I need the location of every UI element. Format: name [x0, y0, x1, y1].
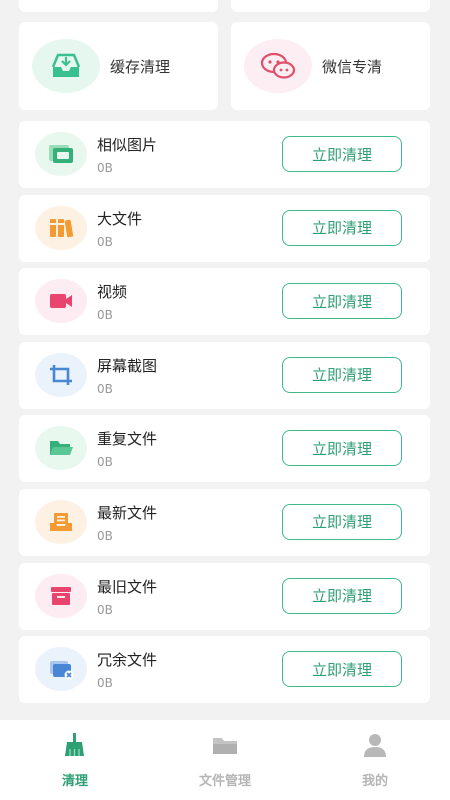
item-title: 最旧文件 [97, 577, 158, 596]
item-title: 屏幕截图 [97, 356, 158, 375]
video-camera-icon [35, 279, 87, 324]
item-size: 0B [97, 528, 113, 543]
item-size: 0B [97, 455, 113, 470]
partial-card-left [19, 0, 218, 12]
item-title: 大文件 [97, 209, 143, 228]
tab-label: 清理 [61, 774, 88, 789]
item-title: 视频 [97, 283, 128, 302]
wechat-icon [244, 39, 312, 93]
clean-now-button[interactable]: 立即清理 [282, 651, 402, 688]
item-size: 0B [97, 602, 113, 617]
list-item-oldest-files[interactable]: 最旧文件 0B 立即清理 [19, 562, 430, 630]
clean-now-button[interactable]: 立即清理 [282, 503, 402, 540]
user-icon [361, 732, 389, 762]
item-size: 0B [97, 161, 113, 175]
clean-page: 缓存清理 微信专清 相似图片 0B 立即清理 大文件 0B 立即清理 视频 0B… [0, 0, 450, 800]
item-title: 重复文件 [97, 430, 158, 449]
tab-clean[interactable]: 清理 [0, 720, 150, 800]
wechat-clean-card[interactable]: 微信专清 [231, 22, 430, 110]
clean-now-button[interactable]: 立即清理 [282, 283, 402, 320]
item-title: 最新文件 [97, 503, 158, 522]
clean-now-button[interactable]: 立即清理 [282, 136, 402, 172]
books-icon [35, 205, 87, 250]
item-size: 0B [97, 381, 113, 396]
item-size: 0B [97, 308, 113, 323]
redundant-file-icon [35, 647, 87, 692]
clean-now-button[interactable]: 立即清理 [282, 209, 402, 246]
broom-icon [61, 732, 89, 762]
tab-mine[interactable]: 我的 [300, 720, 450, 800]
new-file-tray-icon [35, 499, 87, 544]
item-title: 相似图片 [97, 136, 158, 154]
partial-card-right [231, 0, 430, 12]
list-item-similar-images[interactable]: 相似图片 0B 立即清理 [19, 121, 430, 188]
cache-clean-card[interactable]: 缓存清理 [19, 22, 218, 110]
list-item-duplicate-files[interactable]: 重复文件 0B 立即清理 [19, 415, 430, 483]
item-size: 0B [97, 234, 113, 249]
wechat-clean-label: 微信专清 [322, 57, 383, 76]
clean-now-button[interactable]: 立即清理 [282, 356, 402, 393]
item-title: 冗余文件 [97, 651, 158, 670]
inbox-download-icon [32, 39, 100, 93]
list-item-redundant-files[interactable]: 冗余文件 0B 立即清理 [19, 636, 430, 704]
list-item-videos[interactable]: 视频 0B 立即清理 [19, 268, 430, 336]
cache-clean-label: 缓存清理 [110, 57, 171, 76]
folder-icon [35, 426, 87, 471]
clean-category-list: 相似图片 0B 立即清理 大文件 0B 立即清理 视频 0B 立即清理 屏幕截图… [19, 121, 430, 710]
similar-images-icon [35, 132, 87, 176]
tab-label: 文件管理 [198, 774, 251, 789]
list-item-large-files[interactable]: 大文件 0B 立即清理 [19, 194, 430, 262]
tab-label: 我的 [361, 774, 388, 789]
folder-icon [211, 732, 239, 762]
clean-now-button[interactable]: 立即清理 [282, 430, 402, 467]
clean-now-button[interactable]: 立即清理 [282, 577, 402, 614]
archive-box-icon [35, 573, 87, 618]
list-item-screenshots[interactable]: 屏幕截图 0B 立即清理 [19, 341, 430, 409]
bottom-tab-bar: 清理 文件管理 我的 [0, 720, 450, 800]
crop-icon [35, 352, 87, 397]
list-item-newest-files[interactable]: 最新文件 0B 立即清理 [19, 488, 430, 556]
item-size: 0B [97, 676, 113, 691]
tab-file-manager[interactable]: 文件管理 [150, 720, 300, 800]
